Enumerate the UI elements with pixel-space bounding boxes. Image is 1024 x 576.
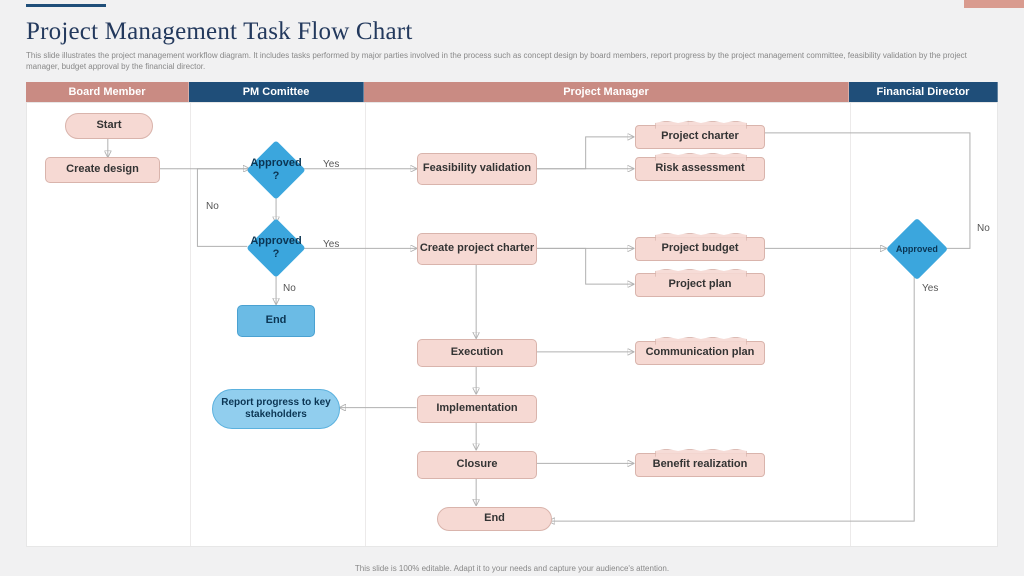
swimlane-header: Board Member PM Comittee Project Manager…	[26, 82, 998, 102]
node-communication-plan: Communication plan	[635, 341, 765, 365]
node-feasibility: Feasibility validation	[417, 153, 537, 185]
node-project-charter: Project charter	[635, 125, 765, 149]
node-approved-1: Approved ?	[246, 140, 305, 199]
lane-divider	[190, 103, 191, 546]
node-closure: Closure	[417, 451, 537, 479]
label-yes-3: Yes	[922, 283, 938, 294]
node-execution: Execution	[417, 339, 537, 367]
node-project-plan: Project plan	[635, 273, 765, 297]
label-yes-2: Yes	[323, 239, 339, 250]
footer-note: This slide is 100% editable. Adapt it to…	[0, 564, 1024, 573]
node-implementation: Implementation	[417, 395, 537, 423]
node-start: Start	[65, 113, 153, 139]
node-end-1: End	[237, 305, 315, 337]
lane-board-member: Board Member	[26, 82, 189, 102]
corner-accent	[964, 0, 1024, 8]
node-project-budget: Project budget	[635, 237, 765, 261]
label-no-1: No	[206, 201, 219, 212]
lane-pm-committee: PM Comittee	[189, 82, 364, 102]
node-approved-1-label: Approved ?	[250, 157, 301, 182]
node-end-2: End	[437, 507, 552, 531]
node-risk-assessment: Risk assessment	[635, 157, 765, 181]
lane-project-manager: Project Manager	[364, 82, 849, 102]
label-no-3: No	[977, 223, 990, 234]
node-benefit-realization: Benefit realization	[635, 453, 765, 477]
node-approved-2-label: Approved ?	[250, 235, 301, 260]
slide-subtitle: This slide illustrates the project manag…	[26, 51, 986, 73]
accent-bar	[26, 4, 106, 7]
node-report-progress: Report progress to key stakeholders	[212, 389, 340, 429]
lane-financial-director: Financial Director	[849, 82, 998, 102]
node-create-design: Create design	[45, 157, 160, 183]
lane-divider	[850, 103, 851, 546]
node-approved-3: Approved	[886, 217, 948, 279]
slide-title: Project Management Task Flow Chart	[26, 18, 998, 46]
lane-divider	[365, 103, 366, 546]
label-yes-1: Yes	[323, 159, 339, 170]
node-approved-3-label: Approved	[896, 243, 938, 253]
flowchart-canvas: Start Create design Approved ? Approved …	[26, 102, 998, 547]
label-no-2: No	[283, 283, 296, 294]
node-create-charter: Create project charter	[417, 233, 537, 265]
node-approved-2: Approved ?	[246, 218, 305, 277]
